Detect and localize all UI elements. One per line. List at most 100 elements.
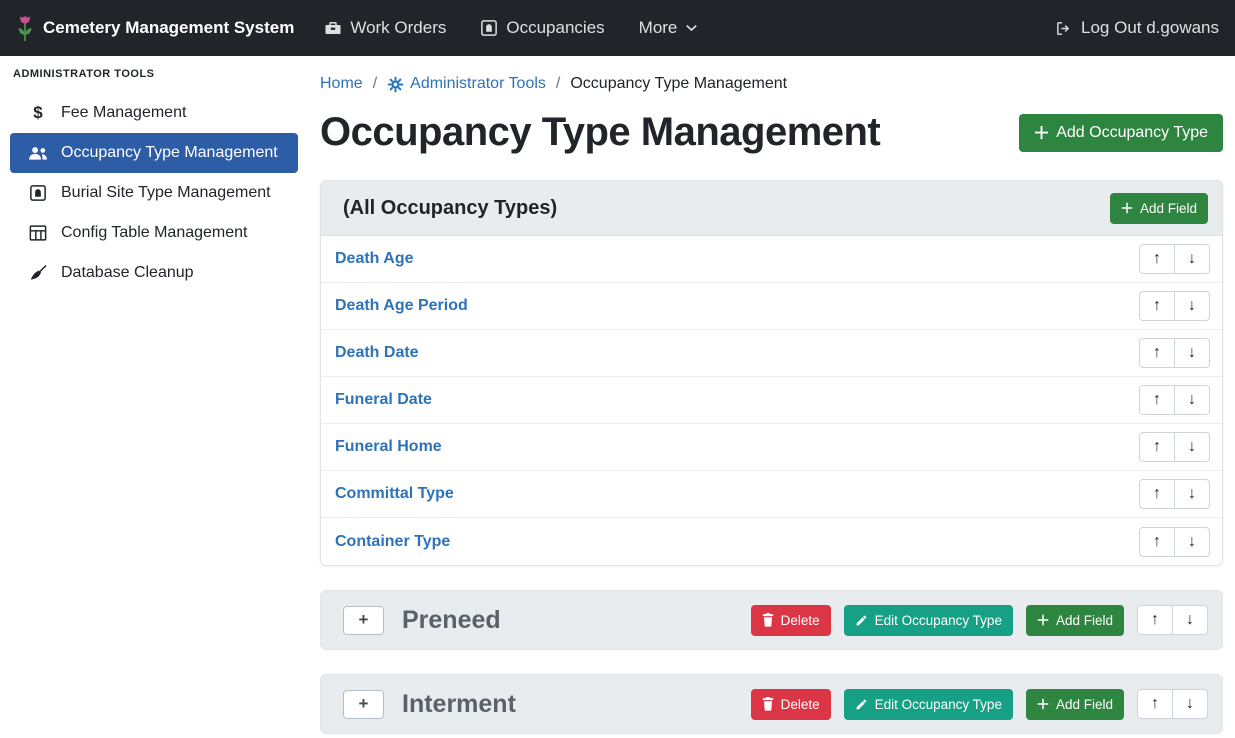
add-field-button[interactable]: Add Field [1110,193,1208,224]
move-down-button[interactable]: ↓ [1174,244,1210,274]
plus-icon [1037,698,1049,710]
move-up-button[interactable]: ↑ [1139,291,1175,321]
sidebar: Administrator Tools $ Fee Management Occ… [0,56,308,738]
move-down-button[interactable]: ↓ [1174,385,1210,415]
reorder-buttons: ↑ ↓ [1139,244,1210,274]
table-icon [28,225,48,241]
edit-occupancy-type-label: Edit Occupancy Type [875,613,1002,628]
occupancy-type-section-interment: + Interment Delete Edit Occupancy Type [320,674,1223,734]
delete-button[interactable]: Delete [751,605,831,636]
move-down-button[interactable]: ↓ [1174,479,1210,509]
arrow-up-icon: ↑ [1153,392,1161,408]
add-occupancy-type-button[interactable]: Add Occupancy Type [1019,114,1223,152]
move-up-button[interactable]: ↑ [1139,527,1175,557]
reorder-buttons: ↑ ↓ [1139,385,1210,415]
logout-button[interactable]: Log Out d.gowans [1054,18,1219,38]
gear-icon [387,76,404,93]
nav-work-orders[interactable]: Work Orders [324,18,446,38]
sidebar-item-label: Fee Management [61,104,186,122]
reorder-buttons: ↑ ↓ [1139,527,1210,557]
move-down-button[interactable]: ↓ [1172,689,1208,719]
trash-icon [762,613,774,627]
add-field-label: Add Field [1056,613,1113,628]
move-down-button[interactable]: ↓ [1174,338,1210,368]
breadcrumb-separator: / [373,75,377,93]
arrow-down-icon: ↓ [1188,534,1196,550]
trash-icon [762,697,774,711]
move-up-button[interactable]: ↑ [1139,385,1175,415]
arrow-down-icon: ↓ [1186,612,1194,628]
sidebar-heading: Administrator Tools [10,68,298,93]
plus-icon [1034,125,1049,140]
arrow-up-icon: ↑ [1153,345,1161,361]
field-link[interactable]: Container Type [335,533,450,551]
breadcrumb: Home / Admini [320,75,1223,93]
edit-occupancy-type-button[interactable]: Edit Occupancy Type [844,689,1013,720]
arrow-up-icon: ↑ [1153,251,1161,267]
section-actions: Delete Edit Occupancy Type Add Field ↑ ↓ [751,605,1208,636]
nav-work-orders-label: Work Orders [350,18,446,38]
arrow-up-icon: ↑ [1151,612,1159,628]
field-link[interactable]: Death Date [335,344,419,362]
arrow-up-icon: ↑ [1153,486,1161,502]
field-link[interactable]: Death Age Period [335,297,468,315]
navbar-menu: Work Orders Occupancies More [324,18,698,38]
add-field-button[interactable]: Add Field [1026,605,1124,636]
move-up-button[interactable]: ↑ [1137,605,1173,635]
reorder-buttons: ↑ ↓ [1137,689,1208,719]
arrow-down-icon: ↓ [1186,696,1194,712]
field-link[interactable]: Funeral Date [335,391,432,409]
nav-occupancies-label: Occupancies [506,18,604,38]
pencil-icon [855,698,868,711]
reorder-buttons: ↑ ↓ [1137,605,1208,635]
reorder-buttons: ↑ ↓ [1139,479,1210,509]
move-down-button[interactable]: ↓ [1174,527,1210,557]
move-down-button[interactable]: ↓ [1174,291,1210,321]
add-field-button[interactable]: Add Field [1026,689,1124,720]
arrow-down-icon: ↓ [1188,486,1196,502]
add-field-label: Add Field [1056,697,1113,712]
nav-more[interactable]: More [639,18,699,38]
expand-button[interactable]: + [343,606,384,635]
sidebar-item-database-cleanup[interactable]: Database Cleanup [10,253,298,293]
headstone-frame-icon [28,184,48,202]
move-up-button[interactable]: ↑ [1139,244,1175,274]
field-link[interactable]: Funeral Home [335,438,442,456]
edit-occupancy-type-button[interactable]: Edit Occupancy Type [844,605,1013,636]
delete-button[interactable]: Delete [751,689,831,720]
move-up-button[interactable]: ↑ [1137,689,1173,719]
field-link[interactable]: Death Age [335,250,414,268]
arrow-up-icon: ↑ [1153,298,1161,314]
delete-label: Delete [781,697,820,712]
arrow-down-icon: ↓ [1188,298,1196,314]
sidebar-item-fee-management[interactable]: $ Fee Management [10,93,298,133]
app-brand[interactable]: Cemetery Management System [16,15,294,42]
breadcrumb-administrator-tools[interactable]: Administrator Tools [387,75,546,93]
move-down-button[interactable]: ↓ [1172,605,1208,635]
expand-button[interactable]: + [343,690,384,719]
plus-icon [1121,202,1133,214]
page-layout: Administrator Tools $ Fee Management Occ… [0,56,1235,738]
breadcrumb-home[interactable]: Home [320,75,363,93]
move-up-button[interactable]: ↑ [1139,479,1175,509]
move-up-button[interactable]: ↑ [1139,432,1175,462]
dollar-icon: $ [28,103,48,123]
toolbox-icon [324,19,342,37]
sidebar-item-burial-site-type-management[interactable]: Burial Site Type Management [10,173,298,213]
arrow-up-icon: ↑ [1151,696,1159,712]
edit-occupancy-type-label: Edit Occupancy Type [875,697,1002,712]
reorder-buttons: ↑ ↓ [1139,432,1210,462]
title-row: Occupancy Type Management Add Occupancy … [320,110,1223,155]
sidebar-item-config-table-management[interactable]: Config Table Management [10,213,298,253]
field-link[interactable]: Committal Type [335,485,454,503]
arrow-down-icon: ↓ [1188,392,1196,408]
arrow-up-icon: ↑ [1153,534,1161,550]
move-down-button[interactable]: ↓ [1174,432,1210,462]
breadcrumb-separator: / [556,75,560,93]
all-occupancy-types-title: (All Occupancy Types) [343,197,557,220]
nav-occupancies[interactable]: Occupancies [480,18,604,38]
move-up-button[interactable]: ↑ [1139,338,1175,368]
sidebar-item-occupancy-type-management[interactable]: Occupancy Type Management [10,133,298,173]
arrow-up-icon: ↑ [1153,439,1161,455]
reorder-buttons: ↑ ↓ [1139,338,1210,368]
